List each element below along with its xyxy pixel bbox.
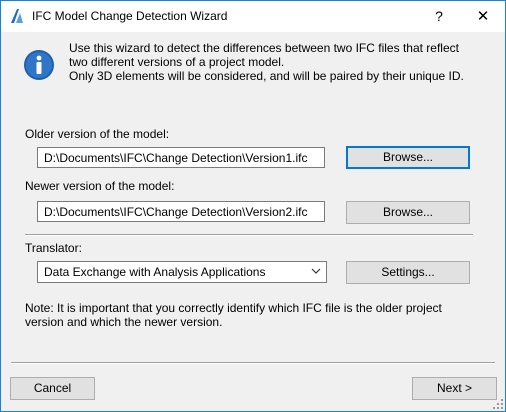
translator-label: Translator: xyxy=(25,241,82,255)
info-icon xyxy=(24,50,54,80)
note-line: Note: It is important that you correctly… xyxy=(25,301,442,315)
translator-selected-value: Data Exchange with Analysis Applications xyxy=(44,265,266,279)
resize-grip-icon[interactable] xyxy=(493,399,503,409)
divider xyxy=(25,234,473,236)
translator-settings-button[interactable]: Settings... xyxy=(346,261,470,284)
browse-newer-button[interactable]: Browse... xyxy=(346,201,470,224)
close-button[interactable]: ✕ xyxy=(461,1,505,32)
chevron-down-icon xyxy=(311,268,321,274)
footer-divider xyxy=(11,362,495,364)
cancel-button[interactable]: Cancel xyxy=(10,377,95,400)
newer-version-label: Newer version of the model: xyxy=(25,179,175,193)
intro-line: two different versions of a project mode… xyxy=(69,55,285,69)
intro-line: Only 3D elements will be considered, and… xyxy=(69,69,464,83)
next-button[interactable]: Next > xyxy=(412,377,497,400)
older-version-path-field[interactable]: D:\Documents\IFC\Change Detection\Versio… xyxy=(37,147,325,168)
archicad-app-icon xyxy=(11,9,23,23)
help-button[interactable]: ? xyxy=(424,1,454,32)
translator-select[interactable]: Data Exchange with Analysis Applications xyxy=(37,261,327,283)
note-text: Note: It is important that you correctly… xyxy=(25,301,442,329)
note-line: version and which the newer version. xyxy=(25,315,223,329)
browse-older-button[interactable]: Browse... xyxy=(346,146,470,169)
title-bar: IFC Model Change Detection Wizard ? ✕ xyxy=(1,1,505,32)
intro-text: Use this wizard to detect the difference… xyxy=(69,41,464,83)
intro-line: Use this wizard to detect the difference… xyxy=(69,41,459,55)
window-title: IFC Model Change Detection Wizard xyxy=(32,9,228,23)
newer-version-path-field[interactable]: D:\Documents\IFC\Change Detection\Versio… xyxy=(37,201,325,222)
wizard-dialog: IFC Model Change Detection Wizard ? ✕ Us… xyxy=(0,0,506,412)
older-version-label: Older version of the model: xyxy=(25,127,170,141)
